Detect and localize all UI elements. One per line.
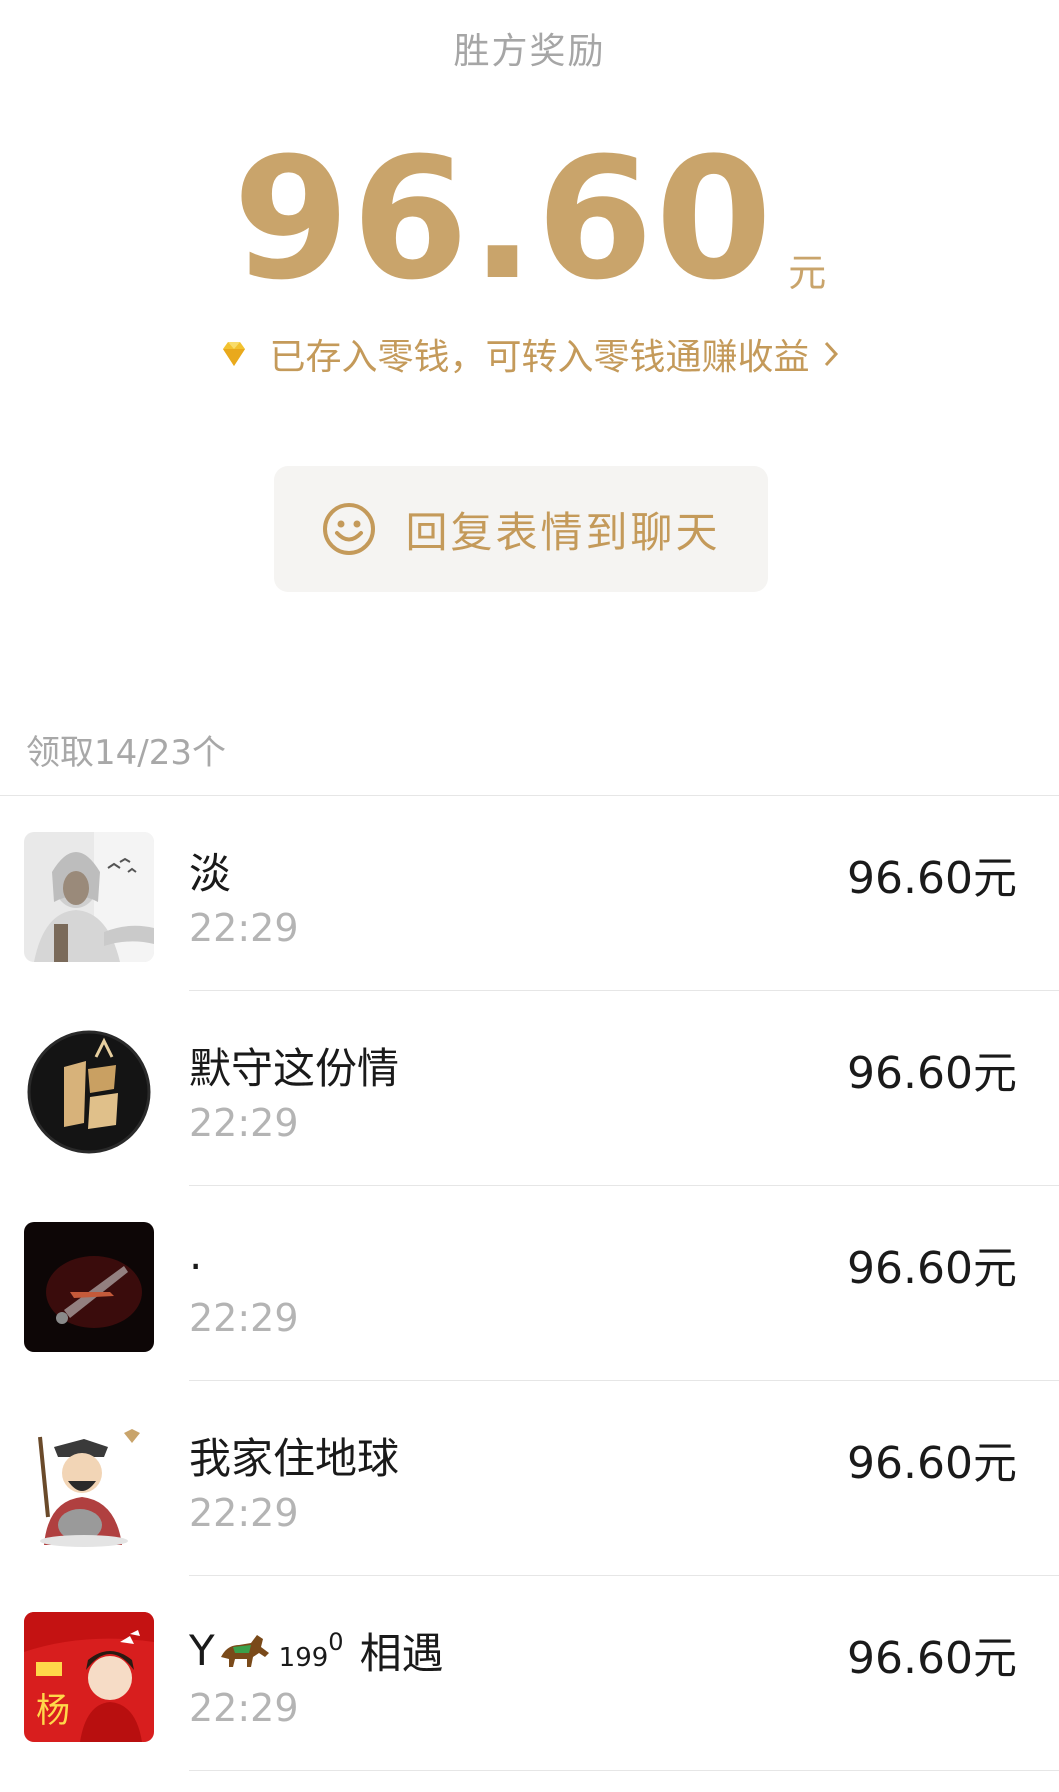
- claim-list: 淡 22:29 96.60元 默守这份情 22:29 96.60元 . 22:2…: [0, 796, 1059, 1771]
- smiley-icon: [321, 501, 377, 557]
- user-name-suffix: 相遇: [359, 1629, 444, 1678]
- amount-unit: 元: [788, 251, 827, 295]
- amount-value: 96.60: [232, 121, 775, 317]
- claim-time: 22:29: [189, 1101, 299, 1145]
- avatar[interactable]: [24, 832, 154, 962]
- list-item[interactable]: 我家住地球 22:29 96.60元: [0, 1381, 1059, 1576]
- divider: [189, 1770, 1059, 1771]
- claim-time: 22:29: [189, 1491, 299, 1535]
- user-name: 我家住地球: [189, 1434, 400, 1483]
- user-name-prefix: Y: [189, 1626, 215, 1675]
- svg-text:杨: 杨: [36, 1691, 70, 1731]
- list-item[interactable]: 杨 Y 199 0 相遇 22:29 96.60元: [0, 1576, 1059, 1771]
- avatar[interactable]: 杨: [24, 1612, 154, 1742]
- claim-amount: 96.60元: [847, 1438, 1017, 1489]
- claim-time: 22:29: [189, 1296, 299, 1340]
- user-name-number: 199: [278, 1642, 329, 1673]
- claim-amount: 96.60元: [847, 853, 1017, 904]
- amount-display: 96.60 元: [0, 135, 1059, 303]
- deposit-text: 已存入零钱，可转入零钱通赚收益: [269, 337, 810, 378]
- list-item[interactable]: 淡 22:29 96.60元: [0, 796, 1059, 991]
- user-name: Y 199 0 相遇: [189, 1620, 444, 1681]
- list-item[interactable]: 默守这份情 22:29 96.60元: [0, 991, 1059, 1186]
- deposit-link[interactable]: 已存入零钱，可转入零钱通赚收益: [0, 328, 1059, 380]
- chevron-right-icon: [820, 337, 842, 371]
- claim-count: 领取14/23个: [26, 733, 226, 773]
- reply-sticker-button[interactable]: 回复表情到聊天: [274, 466, 768, 592]
- avatar[interactable]: [24, 1417, 154, 1547]
- claim-amount: 96.60元: [847, 1243, 1017, 1294]
- claim-amount: 96.60元: [847, 1048, 1017, 1099]
- horse-icon: [220, 1634, 269, 1667]
- user-name: 默守这份情: [189, 1044, 400, 1093]
- page-title: 胜方奖励: [453, 31, 606, 72]
- claim-time: 22:29: [189, 1686, 299, 1730]
- user-name-zero: 0: [328, 1627, 344, 1656]
- claim-time: 22:29: [189, 906, 299, 950]
- claim-amount: 96.60元: [847, 1633, 1017, 1684]
- list-item[interactable]: . 22:29 96.60元: [0, 1186, 1059, 1381]
- reply-button-label: 回复表情到聊天: [405, 507, 721, 557]
- user-name: .: [189, 1230, 203, 1279]
- avatar[interactable]: [24, 1027, 154, 1157]
- user-name: 淡: [189, 849, 232, 898]
- avatar[interactable]: [24, 1222, 154, 1352]
- diamond-icon: [217, 337, 251, 371]
